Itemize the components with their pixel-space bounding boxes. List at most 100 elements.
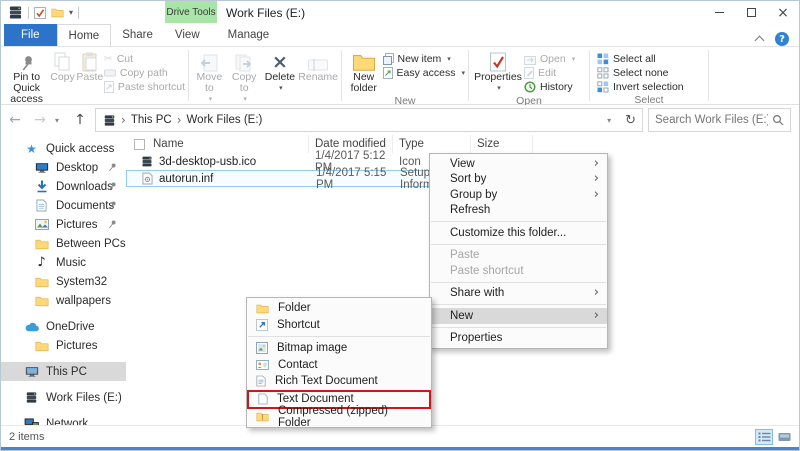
- select-none-button[interactable]: Select none: [597, 67, 684, 79]
- menu-item-label: View: [450, 158, 475, 170]
- up-button[interactable]: ↑: [70, 112, 90, 128]
- button-label: Edit: [538, 67, 556, 79]
- file-name: 3d-desktop-usb.ico: [159, 156, 256, 168]
- move-to-button[interactable]: Move to▾: [192, 49, 227, 105]
- submenu-item-bitmap-image[interactable]: Bitmap image: [247, 340, 431, 357]
- minimize-ribbon-icon[interactable]: [755, 36, 765, 46]
- minimize-icon: [715, 12, 724, 13]
- context-menu-item-view[interactable]: View ›: [430, 156, 607, 172]
- context-menu-item-refresh[interactable]: Refresh: [430, 203, 607, 219]
- tab-manage[interactable]: Manage: [217, 24, 281, 46]
- submenu-item-folder[interactable]: Folder: [247, 300, 431, 317]
- context-menu-item-sort-by[interactable]: Sort by ›: [430, 172, 607, 188]
- column-header-type[interactable]: Type: [393, 135, 471, 153]
- close-button[interactable]: ×: [767, 1, 799, 24]
- contact-card-icon: [256, 360, 269, 370]
- submenu-item-compressed-zipped-folder[interactable]: Compressed (zipped) Folder: [247, 409, 431, 426]
- sidebar-item-pictures[interactable]: Pictures: [1, 215, 126, 234]
- button-label: Copy: [50, 72, 75, 83]
- button-label: Open: [540, 53, 566, 65]
- history-button[interactable]: History: [524, 81, 575, 93]
- cut-button[interactable]: ✂ Cut: [104, 53, 185, 65]
- help-icon[interactable]: ?: [775, 32, 789, 46]
- copy-button[interactable]: Copy: [49, 49, 76, 83]
- new-folder-button[interactable]: New folder: [345, 49, 383, 94]
- forward-button[interactable]: →: [30, 112, 50, 128]
- open-button[interactable]: Open ▾: [524, 53, 575, 65]
- edit-button[interactable]: Edit: [524, 67, 575, 79]
- delete-button[interactable]: × Delete ▾: [262, 49, 299, 94]
- minimize-button[interactable]: [703, 1, 735, 24]
- pin-icon: [108, 162, 117, 172]
- properties-button[interactable]: Properties ▾: [472, 49, 524, 94]
- new-small-buttons: New item ▾ Easy access ▾: [383, 49, 465, 79]
- maximize-button[interactable]: [735, 1, 767, 24]
- search-box[interactable]: [648, 108, 791, 132]
- sidebar-item-system32[interactable]: System32: [1, 272, 126, 291]
- refresh-icon[interactable]: ↻: [625, 113, 636, 128]
- tab-share[interactable]: Share: [111, 24, 164, 46]
- new-item-button[interactable]: New item ▾: [383, 53, 465, 65]
- sidebar-item-wallpapers[interactable]: wallpapers: [1, 291, 126, 310]
- paste-button[interactable]: Paste: [76, 49, 104, 83]
- breadcrumb-current-folder[interactable]: Work Files (E:): [187, 114, 263, 126]
- submenu-item-shortcut[interactable]: Shortcut: [247, 317, 431, 334]
- music-note-icon: ♪: [34, 255, 49, 270]
- easy-access-button[interactable]: Easy access ▾: [383, 67, 465, 79]
- invert-selection-button[interactable]: Invert selection: [597, 81, 684, 93]
- sidebar-item-music[interactable]: ♪ Music: [1, 253, 126, 272]
- thumbnails-view-button[interactable]: [775, 429, 793, 445]
- details-view-button[interactable]: [755, 429, 773, 445]
- folder-icon: [256, 303, 269, 314]
- sidebar-item-between-pcs[interactable]: Between PCs: [1, 234, 126, 253]
- context-menu-item-share-with[interactable]: Share with ›: [430, 286, 607, 302]
- folder-icon: [34, 340, 49, 352]
- pin-icon: [108, 200, 117, 210]
- select-buttons: Select all Select none Invert selection: [593, 49, 684, 93]
- sidebar-item-label: Downloads: [56, 181, 113, 193]
- sidebar-item-this-pc[interactable]: This PC: [1, 362, 126, 381]
- recent-locations-caret-icon[interactable]: ▾: [55, 116, 65, 125]
- copy-path-button[interactable]: Copy path: [104, 67, 185, 79]
- search-input[interactable]: [655, 114, 768, 126]
- submenu-arrow-icon: ›: [594, 174, 599, 184]
- column-header-date-modified[interactable]: Date modified: [309, 135, 393, 153]
- sidebar-item-network[interactable]: Network: [1, 414, 126, 425]
- bitmap-image-icon: [256, 342, 268, 354]
- sidebar-item-quick-access[interactable]: ★ Quick access: [1, 139, 126, 158]
- submenu-item-contact[interactable]: Contact: [247, 357, 431, 374]
- submenu-item-rich-text-document[interactable]: Rich Text Document: [247, 373, 431, 390]
- column-header-name[interactable]: Name: [126, 135, 309, 153]
- sidebar-item-downloads[interactable]: Downloads: [1, 177, 126, 196]
- sidebar-item-desktop[interactable]: Desktop: [1, 158, 126, 177]
- back-button[interactable]: ←: [5, 112, 25, 128]
- button-label: Properties: [474, 72, 522, 83]
- context-menu-item-group-by[interactable]: Group by ›: [430, 187, 607, 203]
- copy-to-icon: [235, 50, 253, 72]
- paste-shortcut-button[interactable]: Paste shortcut: [104, 81, 185, 93]
- tab-file[interactable]: File: [4, 24, 57, 46]
- sidebar-item-documents[interactable]: Documents: [1, 196, 126, 215]
- copy-to-button[interactable]: Copy to▾: [227, 49, 262, 105]
- tab-view[interactable]: View: [164, 24, 211, 46]
- address-box[interactable]: › This PC › Work Files (E:) ▾ ↻: [95, 108, 643, 132]
- address-dropdown-caret-icon[interactable]: ▾: [607, 116, 617, 125]
- sidebar-item-onedrive-pictures[interactable]: Pictures: [1, 336, 126, 355]
- sidebar-item-label: Pictures: [56, 340, 98, 352]
- context-menu: View › Sort by › Group by › Refresh Cust…: [429, 153, 608, 349]
- column-header-size[interactable]: Size: [471, 135, 533, 153]
- context-menu-item-properties[interactable]: Properties: [430, 331, 607, 347]
- breadcrumb-this-pc[interactable]: This PC: [131, 114, 172, 126]
- tab-home[interactable]: Home: [57, 24, 112, 46]
- context-menu-item-new[interactable]: New ›: [430, 308, 607, 324]
- sidebar-item-work-files[interactable]: Work Files (E:): [1, 388, 126, 407]
- context-menu-item-customize-this-folder[interactable]: Customize this folder...: [430, 225, 607, 241]
- properties-check-icon[interactable]: [34, 7, 46, 19]
- select-all-button[interactable]: Select all: [597, 53, 684, 65]
- sidebar-item-onedrive[interactable]: OneDrive: [1, 317, 126, 336]
- pin-to-quick-access-button[interactable]: Pin to Quick access: [4, 49, 49, 105]
- select-all-checkbox[interactable]: [134, 139, 145, 150]
- rename-button[interactable]: Rename: [298, 49, 338, 83]
- customize-caret-icon[interactable]: ▾: [69, 9, 73, 17]
- new-folder-icon[interactable]: [51, 7, 64, 18]
